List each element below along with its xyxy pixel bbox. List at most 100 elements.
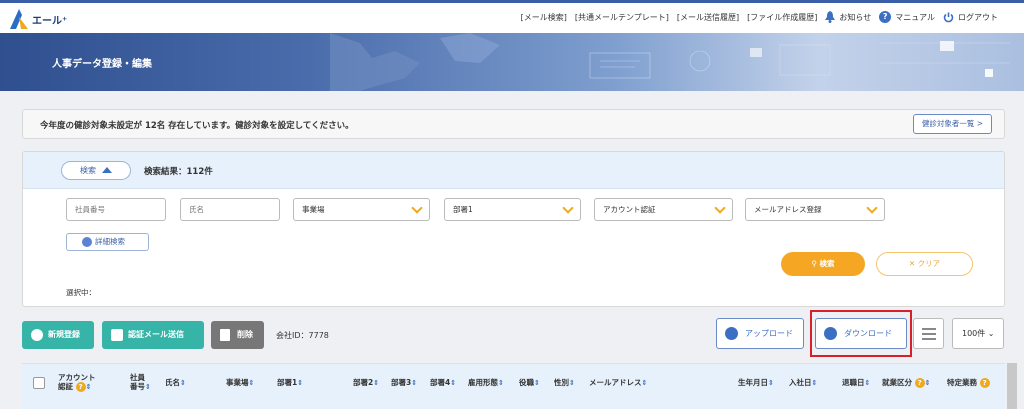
logo-text: エール⁺: [32, 15, 68, 27]
sort-icon: ⇕: [373, 379, 380, 387]
nav-manual[interactable]: ? マニュアル: [879, 11, 935, 23]
sort-icon: ⇕: [811, 379, 818, 387]
search-result-count: 検索結果：112件: [144, 167, 213, 177]
mail-icon: [111, 329, 123, 341]
col-email-label: メールアドレス: [589, 378, 642, 387]
sort-icon: ⇕: [411, 379, 418, 387]
health-check-list-button[interactable]: 健診対象者一覧 >: [912, 114, 992, 134]
new-register-button[interactable]: 新規登録: [22, 321, 94, 349]
col-employment-type[interactable]: 雇用形態⇕: [468, 378, 504, 388]
col-dept2[interactable]: 部署2⇕: [353, 378, 379, 388]
column-list-button[interactable]: [913, 318, 944, 349]
sort-icon: ⇕: [864, 379, 871, 387]
col-join-date[interactable]: 入社日⇕: [789, 378, 817, 388]
col-dept3[interactable]: 部署3⇕: [391, 378, 417, 388]
nav-file-history[interactable]: [ファイル作成履歴]: [747, 12, 817, 23]
col-position[interactable]: 役職⇕: [519, 378, 540, 388]
col-name[interactable]: 氏名⇕: [165, 378, 186, 388]
sort-icon: ⇕: [498, 379, 504, 387]
nav-mail-search[interactable]: [メール検索]: [521, 12, 567, 23]
col-office-label: 事業場: [226, 378, 249, 387]
nav-manual-label: マニュアル: [895, 12, 935, 22]
search-panel: 検索 検索結果：112件 事業場 部署1 アカウント認証 メールアドレス登録 詳…: [22, 151, 1005, 307]
bell-icon: [825, 11, 836, 23]
upload-label: アップロード: [745, 329, 793, 338]
top-nav: [メール検索] [共通メールテンプレート] [メール送信履歴] [ファイル作成履…: [521, 11, 998, 23]
nav-logout[interactable]: ログアウト: [943, 12, 998, 23]
power-icon: [943, 12, 954, 22]
col-birthday[interactable]: 生年月日⇕: [738, 378, 774, 388]
search-icon: ⚲: [811, 259, 820, 268]
dept-select[interactable]: 部署1: [444, 198, 581, 221]
nav-logout-label: ログアウト: [958, 12, 998, 22]
col-work-category-label: 就業区分: [882, 378, 912, 387]
sort-icon: ⇕: [248, 379, 255, 387]
search-button-label: 検索: [819, 259, 835, 268]
col-join-date-label: 入社日: [789, 378, 812, 387]
detail-search-label: 詳細検索: [95, 237, 125, 246]
col-birthday-label: 生年月日: [738, 378, 768, 387]
app-logo[interactable]: エール⁺: [10, 9, 67, 29]
delete-button[interactable]: 削除: [211, 321, 264, 349]
sort-icon: ⇕: [641, 379, 648, 387]
top-bar: エール⁺ [メール検索] [共通メールテンプレート] [メール送信履歴] [ファ…: [0, 0, 1024, 33]
employee-no-input[interactable]: [66, 198, 166, 221]
vertical-scrollbar[interactable]: [1007, 363, 1017, 409]
account-auth-select[interactable]: アカウント認証: [594, 198, 733, 221]
chevron-down-icon: [411, 202, 423, 214]
page-title: 人事データ登録・編集: [52, 59, 152, 70]
col-specific-work[interactable]: 特定業務 ?: [947, 378, 990, 388]
sort-icon: ⇕: [924, 379, 931, 387]
page-banner: 人事データ登録・編集: [0, 33, 1024, 91]
new-register-label: 新規登録: [48, 330, 80, 339]
chevron-down-icon: [714, 202, 726, 214]
name-input[interactable]: [180, 198, 280, 221]
nav-notice[interactable]: お知らせ: [825, 11, 871, 23]
per-page-select[interactable]: 100件 ⌄: [952, 318, 1004, 349]
banner-decoration: [330, 33, 1010, 91]
sort-icon: ⇕: [450, 379, 457, 387]
nav-mail-history[interactable]: [メール送信履歴]: [677, 12, 739, 23]
help-icon: ?: [75, 382, 86, 392]
selected-label: 選択中：: [66, 288, 96, 297]
dept-select-value: 部署1: [453, 205, 473, 214]
office-select[interactable]: 事業場: [293, 198, 430, 221]
col-dept1[interactable]: 部署1⇕: [277, 378, 303, 388]
office-select-value: 事業場: [302, 205, 325, 214]
plus-icon: [31, 329, 43, 341]
col-office[interactable]: 事業場⇕: [226, 378, 254, 388]
delete-label: 削除: [237, 330, 253, 339]
nav-mail-template[interactable]: [共通メールテンプレート]: [575, 12, 669, 23]
sort-icon: ⇕: [180, 379, 186, 387]
upload-button[interactable]: アップロード: [716, 318, 804, 349]
col-gender-label: 性別: [554, 378, 569, 387]
col-email[interactable]: メールアドレス⇕: [589, 378, 647, 388]
sort-icon: ⇕: [145, 383, 151, 391]
col-name-label: 氏名: [165, 378, 180, 387]
col-dept4[interactable]: 部署4⇕: [430, 378, 456, 388]
col-dept1-label: 部署1: [277, 378, 298, 387]
email-registered-select-value: メールアドレス登録: [754, 205, 822, 214]
email-registered-select[interactable]: メールアドレス登録: [745, 198, 885, 221]
col-gender[interactable]: 性別⇕: [554, 378, 575, 388]
col-account-auth[interactable]: アカウント認証 ? ⇕: [58, 373, 102, 392]
chevron-circle-icon: [82, 237, 92, 247]
table-header: アカウント認証 ? ⇕ 社員番号⇕ 氏名⇕ 事業場⇕ 部署1⇕ 部署2⇕ 部署3⇕…: [22, 363, 1005, 409]
select-all-checkbox[interactable]: [33, 377, 45, 389]
sort-icon: ⇕: [534, 379, 540, 387]
sort-icon: ⇕: [85, 383, 92, 391]
col-work-category[interactable]: 就業区分 ? ⇕: [882, 378, 931, 388]
detail-search-button[interactable]: 詳細検索: [66, 233, 149, 251]
download-highlight-box: [810, 310, 912, 357]
sort-icon: ⇕: [297, 379, 304, 387]
search-toggle-button[interactable]: 検索: [61, 161, 131, 180]
health-check-alert: 今年度の健診対象未設定が 12名 存在しています。健診対象を設定してください。 …: [22, 109, 1005, 139]
search-button[interactable]: ⚲ 検索: [781, 252, 865, 276]
send-auth-mail-button[interactable]: 認証メール送信: [102, 321, 204, 349]
chevron-down-icon: [562, 202, 574, 214]
col-employee-no[interactable]: 社員番号⇕: [130, 373, 152, 392]
clear-button[interactable]: ✕ クリア: [876, 252, 973, 276]
col-leave-date[interactable]: 退職日⇕: [842, 378, 870, 388]
company-id: 会社ID：7778: [276, 331, 329, 340]
help-icon: ?: [914, 378, 925, 388]
